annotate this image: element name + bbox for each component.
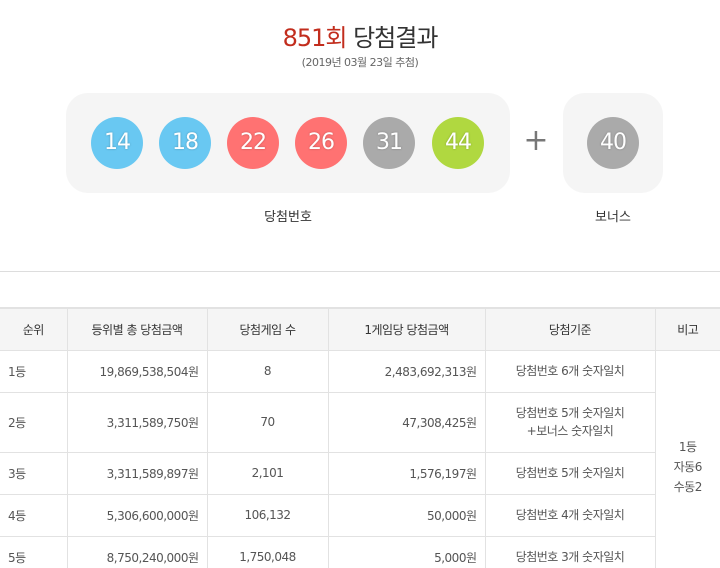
plus-icon: + [523, 123, 549, 158]
note-line: 자동6 [673, 459, 703, 474]
criteria-text: 당첨번호 5개 숫자일치 [515, 466, 625, 480]
draw-date: (2019년 03월 23일 추첨) [301, 56, 419, 69]
ball-5: 31 [363, 117, 415, 169]
col-rank-header: 순위 [0, 307, 67, 351]
winner-count-cell: 1,750,048 [206, 536, 328, 568]
col-note-header: 비고 [654, 307, 720, 351]
criteria-cell: 당첨번호 4개 숫자일치 [484, 494, 655, 537]
winner-count-cell: 8 [206, 350, 328, 393]
bonus-ball: 40 [587, 117, 639, 169]
bonus-caption: 보너스 [595, 210, 631, 225]
ball-3: 22 [227, 117, 279, 169]
criteria-cell: 당첨번호 5개 숫자일치 [484, 452, 655, 495]
rank-cell: 2등 [0, 392, 67, 453]
per-game-prize-cell: 47,308,425원 [327, 392, 485, 453]
result-label: 당첨결과 [353, 24, 438, 52]
ball-4: 26 [295, 117, 347, 169]
col-criteria-header: 당첨기준 [484, 307, 655, 351]
ball-6: 44 [432, 117, 484, 169]
prize-table: 순위 등위별 총 당첨금액 당첨게임 수 1게임당 당첨금액 당첨기준 비고 1… [0, 307, 720, 568]
per-game-prize-cell: 5,000원 [327, 536, 485, 568]
table-row: 5등 8,750,240,000원 1,750,048 5,000원 당첨번호 … [0, 536, 720, 568]
table-row: 3등 3,311,589,897원 2,101 1,576,197원 당첨번호 … [0, 452, 720, 495]
note-line: 수동2 [673, 479, 703, 494]
criteria-text: 당첨번호 6개 숫자일치 [515, 364, 625, 378]
ball-1: 14 [91, 117, 143, 169]
section-divider [0, 271, 720, 272]
total-prize-cell: 19,869,538,504원 [66, 350, 207, 393]
total-prize-cell: 3,311,589,897원 [66, 452, 207, 495]
page-title: 851회 당첨결과 [0, 18, 720, 53]
winning-numbers-caption: 당첨번호 [264, 210, 312, 225]
note-cell: 1등 자동6 수동2 [654, 350, 720, 568]
criteria-text: 당첨번호 4개 숫자일치 [515, 508, 625, 522]
winner-count-cell: 2,101 [206, 452, 328, 495]
winning-numbers-panel: 14 18 22 26 31 44 [66, 93, 510, 193]
ball-2: 18 [159, 117, 211, 169]
criteria-cell: 당첨번호 3개 숫자일치 [484, 536, 655, 568]
per-game-prize-cell: 1,576,197원 [327, 452, 485, 495]
bonus-panel: 40 [563, 93, 663, 193]
criteria-cell: 당첨번호 6개 숫자일치 [484, 350, 655, 393]
winner-count-cell: 106,132 [206, 494, 328, 537]
table-row: 1등 19,869,538,504원 8 2,483,692,313원 당첨번호… [0, 350, 720, 568]
criteria-cell: 당첨번호 5개 숫자일치 +보너스 숫자일치 [484, 392, 655, 453]
criteria-text: 당첨번호 3개 숫자일치 [515, 550, 625, 564]
rank-cell: 4등 [0, 494, 67, 537]
per-game-prize-cell: 2,483,692,313원 [327, 350, 485, 393]
round-number: 851회 [282, 24, 348, 52]
rank-cell: 3등 [0, 452, 67, 495]
rank-cell: 1등 [0, 350, 67, 393]
total-prize-cell: 5,306,600,000원 [66, 494, 207, 537]
per-game-prize-cell: 50,000원 [327, 494, 485, 537]
total-prize-cell: 3,311,589,750원 [66, 392, 207, 453]
table-row: 4등 5,306,600,000원 106,132 50,000원 당첨번호 4… [0, 494, 720, 537]
col-total-header: 등위별 총 당첨금액 [66, 307, 207, 351]
criteria-text: 당첨번호 5개 숫자일치 [515, 406, 625, 420]
table-header-row: 순위 등위별 총 당첨금액 당첨게임 수 1게임당 당첨금액 당첨기준 비고 [0, 307, 720, 351]
total-prize-cell: 8,750,240,000원 [66, 536, 207, 568]
rank-cell: 5등 [0, 536, 67, 568]
winner-count-cell: 70 [206, 392, 328, 453]
note-line: 1등 [678, 439, 697, 454]
col-count-header: 당첨게임 수 [206, 307, 328, 351]
table-row: 2등 3,311,589,750원 70 47,308,425원 당첨번호 5개… [0, 392, 720, 453]
criteria-text: +보너스 숫자일치 [526, 424, 614, 438]
col-per-header: 1게임당 당첨금액 [327, 307, 485, 351]
